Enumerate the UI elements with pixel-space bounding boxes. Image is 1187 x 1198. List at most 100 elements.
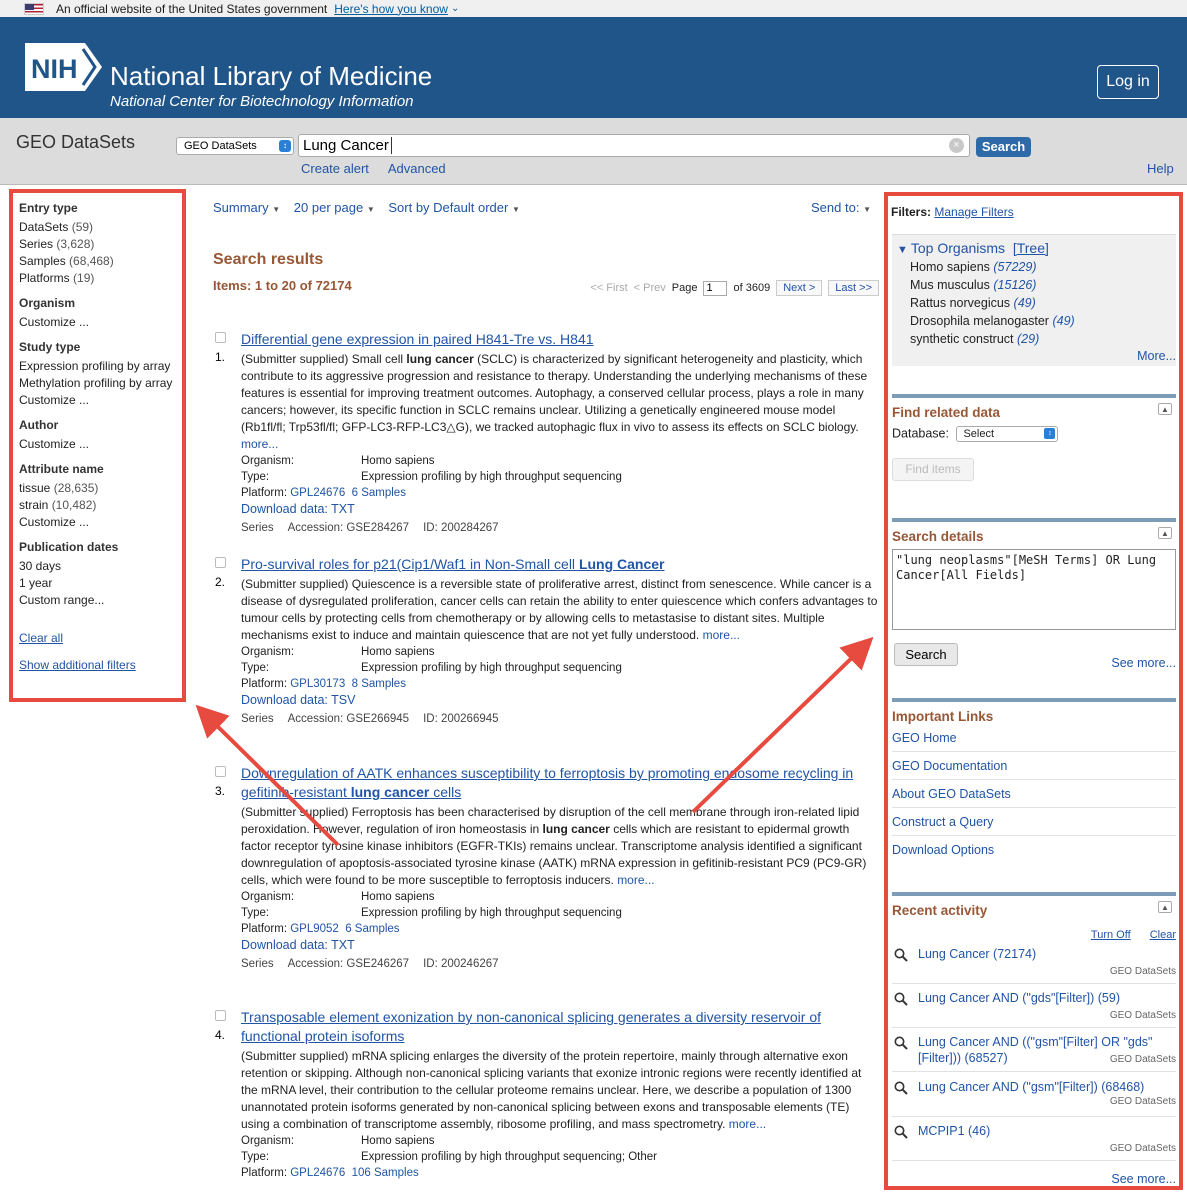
more-organisms-link[interactable]: More...: [1137, 349, 1176, 363]
recent-activity-item[interactable]: Lung Cancer AND (("gsm"[Filter] OR "gds"…: [892, 1034, 1176, 1072]
organism-filter-item[interactable]: synthetic construct (29): [910, 332, 1039, 346]
organism-filter-item[interactable]: Drosophila melanogaster (49): [910, 314, 1075, 328]
page-number-input[interactable]: [703, 280, 728, 296]
customize-link[interactable]: Customize ...: [19, 314, 176, 331]
nih-logo[interactable]: NIH: [25, 43, 102, 91]
find-items-button[interactable]: Find items: [892, 458, 974, 481]
us-flag-icon: [24, 2, 44, 15]
filter-item-platforms[interactable]: Platforms (19): [19, 270, 176, 287]
create-alert-link[interactable]: Create alert: [301, 161, 369, 176]
clear-all-link[interactable]: Clear all: [19, 631, 176, 645]
sort-dropdown[interactable]: Sort by Default order ▼: [388, 200, 520, 215]
summary-format-dropdown[interactable]: Summary ▼: [213, 200, 280, 215]
result-checkbox[interactable]: [215, 332, 226, 343]
search-details-button[interactable]: Search: [894, 643, 958, 666]
more-link[interactable]: more...: [729, 1117, 766, 1131]
search-button[interactable]: Search: [976, 137, 1031, 157]
help-link[interactable]: Help: [1147, 161, 1174, 176]
result-type: Type: Expression profiling by high throug…: [241, 471, 622, 483]
recent-query-link[interactable]: MCPIP1 (46): [918, 1123, 1168, 1139]
tree-link[interactable]: [Tree]: [1013, 240, 1049, 256]
login-button[interactable]: Log in: [1097, 65, 1159, 99]
top-organisms-heading[interactable]: ▼ Top Organisms [Tree]: [897, 240, 1049, 256]
related-database-select[interactable]: Select ↕: [956, 426, 1059, 442]
more-link[interactable]: more...: [617, 873, 654, 887]
triangle-down-icon[interactable]: ▼: [897, 244, 908, 256]
manage-filters-link[interactable]: Manage Filters: [934, 205, 1013, 219]
search-input[interactable]: Lung Cancer ×: [298, 134, 970, 157]
result-checkbox[interactable]: [215, 766, 226, 777]
filter-item[interactable]: Methylation profiling by array: [19, 375, 176, 392]
platform-link[interactable]: GPL24676: [290, 487, 345, 499]
filter-item-series[interactable]: Series (3,628): [19, 236, 176, 253]
platform-link[interactable]: GPL9052: [290, 923, 339, 935]
result-title-link[interactable]: Transposable element exonization by non-…: [241, 1008, 879, 1046]
recent-activity-item[interactable]: Lung Cancer (72174) GEO DataSets: [892, 946, 1176, 984]
download-data-link[interactable]: Download data: TSV: [241, 692, 879, 709]
customize-link[interactable]: Customize ...: [19, 514, 176, 531]
results-toolbar: Summary ▼ 20 per page ▼ Sort by Default …: [213, 200, 879, 220]
recent-activity-item[interactable]: Lung Cancer AND ("gsm"[Filter]) (68468) …: [892, 1079, 1176, 1117]
filter-item-strain[interactable]: strain (10,482): [19, 497, 176, 514]
recent-activity-item[interactable]: MCPIP1 (46) GEO DataSets: [892, 1123, 1176, 1161]
recent-activity-item[interactable]: Lung Cancer AND ("gds"[Filter]) (59) GEO…: [892, 990, 1176, 1028]
result-title-link[interactable]: Pro-survival roles for p21(Cip1/Waf1 in …: [241, 555, 879, 574]
more-link[interactable]: more...: [241, 437, 278, 451]
result-title-link[interactable]: Downregulation of AATK enhances suscepti…: [241, 764, 879, 802]
result-checkbox[interactable]: [215, 1010, 226, 1021]
result-title-link[interactable]: Differential gene expression in paired H…: [241, 330, 879, 349]
clear-link[interactable]: Clear: [1150, 929, 1176, 941]
advanced-search-link[interactable]: Advanced: [388, 161, 446, 176]
gov-banner-text: An official website of the United States…: [56, 1, 328, 16]
page-label: Page: [671, 282, 698, 294]
result-checkbox[interactable]: [215, 557, 226, 568]
search-details-textarea[interactable]: "lung neoplasms"[MeSH Terms] OR Lung Can…: [892, 549, 1176, 630]
platform-link[interactable]: GPL24676: [290, 1167, 345, 1179]
heres-how-link[interactable]: Here's how you know: [334, 2, 448, 16]
recent-query-link[interactable]: Lung Cancer AND ("gds"[Filter]) (59): [918, 990, 1168, 1006]
recent-query-link[interactable]: Lung Cancer AND ("gsm"[Filter]) (68468): [918, 1079, 1168, 1095]
link-construct-query[interactable]: Construct a Query: [892, 808, 1176, 836]
filter-item[interactable]: 30 days: [19, 558, 176, 575]
link-geo-home[interactable]: GEO Home: [892, 724, 1176, 752]
next-page-button[interactable]: Next >: [776, 280, 823, 296]
clear-search-icon[interactable]: ×: [949, 138, 964, 153]
customize-link[interactable]: Customize ...: [19, 392, 176, 409]
see-more-details-link[interactable]: See more...: [1111, 656, 1176, 670]
organism-filter-item[interactable]: Homo sapiens (57229): [910, 260, 1036, 274]
filter-item-tissue[interactable]: tissue (28,635): [19, 480, 176, 497]
filter-item[interactable]: Custom range...: [19, 592, 176, 609]
more-link[interactable]: more...: [703, 628, 740, 642]
filter-item-samples[interactable]: Samples (68,468): [19, 253, 176, 270]
filter-heading: Publication dates: [19, 540, 119, 554]
send-to-dropdown[interactable]: Send to: ▼: [811, 200, 871, 215]
search-icon: [894, 992, 908, 1006]
collapse-icon[interactable]: ▲: [1158, 901, 1172, 913]
recent-query-link[interactable]: Lung Cancer (72174): [918, 946, 1168, 962]
samples-link[interactable]: 6 Samples: [345, 923, 399, 935]
download-data-link[interactable]: Download data: TXT: [241, 501, 879, 518]
download-data-link[interactable]: Download data: TXT: [241, 937, 879, 954]
show-additional-filters-link[interactable]: Show additional filters: [19, 658, 176, 672]
organism-filter-item[interactable]: Mus musculus (15126): [910, 278, 1036, 292]
see-more-recent-link[interactable]: See more...: [1111, 1172, 1176, 1186]
organism-filter-item[interactable]: Rattus norvegicus (49): [910, 296, 1036, 310]
samples-link[interactable]: 106 Samples: [352, 1167, 419, 1179]
filter-item-datasets[interactable]: DataSets (59): [19, 219, 176, 236]
link-geo-documentation[interactable]: GEO Documentation: [892, 752, 1176, 780]
platform-link[interactable]: GPL30173: [290, 678, 345, 690]
customize-link[interactable]: Customize ...: [19, 436, 176, 453]
filter-item[interactable]: Expression profiling by array: [19, 358, 176, 375]
turn-off-link[interactable]: Turn Off: [1091, 929, 1131, 941]
samples-link[interactable]: 6 Samples: [352, 487, 406, 499]
samples-link[interactable]: 8 Samples: [352, 678, 406, 690]
collapse-icon[interactable]: ▲: [1158, 527, 1172, 539]
chevron-down-icon[interactable]: ⌄: [451, 3, 459, 14]
collapse-icon[interactable]: ▲: [1158, 403, 1172, 415]
filter-item[interactable]: 1 year: [19, 575, 176, 592]
link-download-options[interactable]: Download Options: [892, 836, 1176, 864]
database-select[interactable]: GEO DataSets ↕: [176, 137, 294, 155]
last-page-button[interactable]: Last >>: [828, 280, 879, 296]
per-page-dropdown[interactable]: 20 per page ▼: [294, 200, 375, 215]
link-about-geo-datasets[interactable]: About GEO DataSets: [892, 780, 1176, 808]
